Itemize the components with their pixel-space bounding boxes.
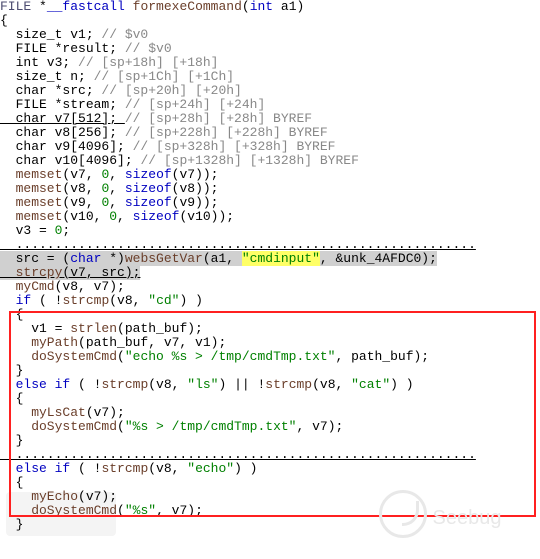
mypath-line: myPath(path_buf, v7, v1); bbox=[0, 336, 540, 350]
dosystem-3: doSystemCmd("%s", v7); bbox=[0, 504, 540, 518]
elseif-ls-cat: else if ( !strcmp(v8, "ls") || !strcmp(v… bbox=[0, 378, 540, 392]
decl-10: char v10[4096]; // [sp+1328h] [+1328h] B… bbox=[0, 154, 540, 168]
decl-3: int v3; // [sp+18h] [+18h] bbox=[0, 56, 540, 70]
decl-6: FILE *stream; // [sp+24h] [+24h] bbox=[0, 98, 540, 112]
decl-4: size_t n; // [sp+1Ch] [+1Ch] bbox=[0, 70, 540, 84]
dosystem-2: doSystemCmd("%s > /tmp/cmdTmp.txt", v7); bbox=[0, 420, 540, 434]
memset-1: memset(v7, 0, sizeof(v7)); bbox=[0, 168, 540, 182]
decl-1: size_t v1; // $v0 bbox=[0, 28, 540, 42]
decl-9: char v9[4096]; // [sp+328h] [+328h] BYRE… bbox=[0, 140, 540, 154]
brace-close-2: } bbox=[0, 434, 540, 448]
brace-open-3: { bbox=[0, 392, 540, 406]
memset-2: memset(v8, 0, sizeof(v8)); bbox=[0, 182, 540, 196]
src-assign: src = (char *)websGetVar(a1, "cmdinput",… bbox=[0, 252, 540, 266]
brace-open-2: { bbox=[0, 308, 540, 322]
dots-line-2: ........................................… bbox=[0, 448, 540, 462]
decl-7: char v7[512]; // [sp+28h] [+28h] BYREF bbox=[0, 112, 540, 126]
myecho-line: myEcho(v7); bbox=[0, 490, 540, 504]
code-block: FILE *__fastcall formexeCommand(int a1) … bbox=[0, 0, 540, 532]
decl-8: char v8[256]; // [sp+228h] [+228h] BYREF bbox=[0, 126, 540, 140]
signature-line: FILE *__fastcall formexeCommand(int a1) bbox=[0, 0, 540, 14]
dots-line: ........................................… bbox=[0, 238, 540, 252]
brace-open: { bbox=[0, 14, 540, 28]
if-cd: if ( !strcmp(v8, "cd") ) bbox=[0, 294, 540, 308]
brace-close-3: } bbox=[0, 518, 540, 532]
brace-close-1: } bbox=[0, 364, 540, 378]
v1-strlen: v1 = strlen(path_buf); bbox=[0, 322, 540, 336]
elseif-echo: else if ( !strcmp(v8, "echo") ) bbox=[0, 462, 540, 476]
dosystem-1: doSystemCmd("echo %s > /tmp/cmdTmp.txt",… bbox=[0, 350, 540, 364]
strcpy-line: strcpy(v7, src); bbox=[0, 266, 540, 280]
decl-5: char *src; // [sp+20h] [+20h] bbox=[0, 84, 540, 98]
decl-2: FILE *result; // $v0 bbox=[0, 42, 540, 56]
brace-open-4: { bbox=[0, 476, 540, 490]
v3-assign: v3 = 0; bbox=[0, 224, 540, 238]
memset-4: memset(v10, 0, sizeof(v10)); bbox=[0, 210, 540, 224]
mycmd-line: myCmd(v8, v7); bbox=[0, 280, 540, 294]
memset-3: memset(v9, 0, sizeof(v9)); bbox=[0, 196, 540, 210]
mylscat-line: myLsCat(v7); bbox=[0, 406, 540, 420]
